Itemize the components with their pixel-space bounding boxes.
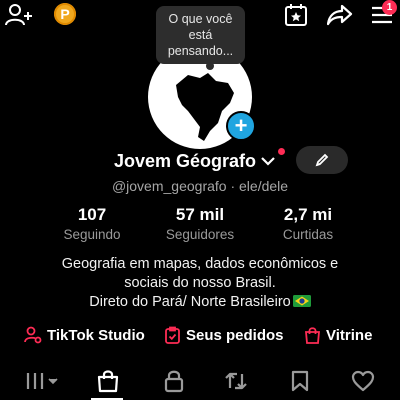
stat-value: 107 <box>77 205 107 224</box>
profile-handle: @jovem_geografo · ele/dele <box>111 178 289 194</box>
bio-line: Direto do Pará/ Norte Brasileiro <box>89 294 291 310</box>
stat-followers[interactable]: 57 mil Seguidores <box>150 205 250 244</box>
bio-line-with-flag: Direto do Pará/ Norte Brasileiro <box>0 293 400 312</box>
edit-profile-button[interactable] <box>296 146 348 174</box>
profile-bio: Geografia em mapas, dados econômicos e s… <box>0 255 400 312</box>
studio-person-icon <box>24 326 42 344</box>
chevron-down-icon[interactable] <box>260 155 276 167</box>
tab-favorites[interactable] <box>286 366 314 396</box>
profile-name: Jovem Géografo <box>114 150 257 171</box>
note-bubble-tail <box>206 62 214 70</box>
grid-columns-icon <box>26 373 58 389</box>
stat-value: 57 mil <box>175 205 225 224</box>
tab-liked[interactable] <box>348 366 378 396</box>
tab-reposts[interactable] <box>222 366 250 396</box>
tab-private[interactable] <box>160 366 188 396</box>
content-tabs <box>0 366 400 400</box>
brazil-flag-icon <box>292 295 311 307</box>
add-story-button[interactable]: + <box>226 111 256 141</box>
link-label: TikTok Studio <box>47 326 145 344</box>
tiktok-studio-link[interactable]: TikTok Studio <box>24 324 145 346</box>
notification-badge: 1 <box>382 0 397 15</box>
showcase-link[interactable]: Vitrine <box>304 324 372 346</box>
bio-line: sociais do nosso Brasil. <box>124 275 276 291</box>
stat-value: 2,7 mi <box>283 205 333 224</box>
link-label: Vitrine <box>326 326 373 344</box>
tab-videos[interactable] <box>22 366 62 396</box>
orders-link[interactable]: Seus pedidos <box>164 324 284 346</box>
stat-likes[interactable]: 2,7 mi Curtidas <box>258 205 358 244</box>
heart-icon <box>351 370 375 392</box>
bookmark-icon <box>291 370 309 392</box>
share-icon[interactable] <box>326 2 354 28</box>
clipboard-check-icon <box>165 326 180 344</box>
profile-name-row[interactable]: Jovem Géografo <box>114 150 276 172</box>
shopping-bag-icon <box>305 327 320 344</box>
shopping-bag-icon <box>97 370 119 393</box>
note-bubble[interactable]: O que você está pensando... <box>156 6 245 64</box>
add-friend-icon[interactable] <box>4 2 34 28</box>
stat-label: Curtidas <box>282 227 334 242</box>
stat-label: Seguidores <box>165 227 235 242</box>
profile-links: TikTok Studio Seus pedidos Vitrine <box>0 324 400 346</box>
bio-line: Geografia em mapas, dados econômicos e <box>61 256 339 272</box>
lock-icon <box>164 370 184 393</box>
repost-icon <box>225 372 247 390</box>
pencil-icon <box>315 153 329 167</box>
stat-label: Seguindo <box>63 227 121 242</box>
link-label: Seus pedidos <box>186 326 284 344</box>
coin-icon[interactable]: P <box>54 3 76 25</box>
calendar-star-icon[interactable] <box>282 2 310 28</box>
status-dot <box>278 148 285 155</box>
stat-following[interactable]: 107 Seguindo <box>42 205 142 244</box>
tab-shop[interactable] <box>94 366 122 396</box>
